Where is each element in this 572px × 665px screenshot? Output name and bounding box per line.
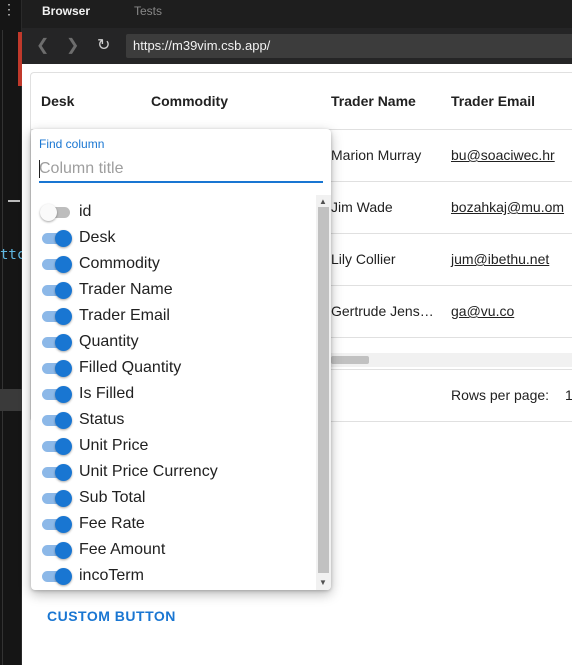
panel-scroll-thumb[interactable] [318, 207, 329, 573]
panel-vertical-scrollbar[interactable]: ▲ ▼ [316, 195, 331, 590]
column-toggle-label: Is Filled [79, 385, 135, 402]
column-toggle-label: Trader Name [79, 281, 173, 298]
column-header-trader-name[interactable]: Trader Name [331, 93, 416, 109]
column-toggle-label: Unit Price [79, 437, 149, 454]
reload-icon[interactable]: ↻ [97, 36, 110, 56]
column-toggle-item[interactable]: Sub Total [31, 485, 316, 511]
more-options-icon[interactable]: ⋮ [2, 2, 16, 16]
column-toggle-label: Fee Rate [79, 515, 145, 532]
tab-browser[interactable]: Browser [42, 4, 90, 18]
switch-knob [55, 386, 72, 403]
column-toggle-item[interactable]: Trader Email [31, 303, 316, 329]
switch-knob [55, 360, 72, 377]
switch-knob [55, 334, 72, 351]
editor-cursor [8, 200, 20, 202]
visibility-switch[interactable] [42, 308, 72, 325]
column-toggle-item[interactable]: Commodity [31, 251, 316, 277]
column-header-commodity[interactable]: Commodity [151, 93, 228, 109]
cell-trader-email[interactable]: jum@ibethu.net [451, 251, 549, 267]
browser-tab-bar: Browser Tests [22, 0, 572, 28]
column-toggle-item[interactable]: id [31, 199, 316, 225]
back-arrow-icon[interactable]: ❮ [36, 36, 49, 56]
scroll-down-icon[interactable]: ▼ [319, 578, 327, 587]
visibility-switch[interactable] [42, 282, 72, 299]
column-toggle-item[interactable]: Is Filled [31, 381, 316, 407]
tab-tests[interactable]: Tests [134, 4, 162, 18]
visibility-switch[interactable] [42, 256, 72, 273]
cell-trader-email[interactable]: bu@soaciwec.hr [451, 147, 555, 163]
cell-trader-email[interactable]: ga@vu.co [451, 303, 514, 319]
column-toggle-label: Filled Quantity [79, 359, 182, 376]
rows-per-page-select[interactable]: 1 [565, 387, 572, 403]
cell-trader-name: Lily Collier [331, 251, 396, 267]
find-column-label: Find column [39, 137, 105, 151]
switch-knob [55, 490, 72, 507]
column-toggle-label: Status [79, 411, 125, 428]
visibility-switch[interactable] [42, 334, 72, 351]
cell-trader-name: Jim Wade [331, 199, 393, 215]
rows-per-page-label: Rows per page: [451, 387, 550, 403]
column-toggle-item[interactable]: Desk [31, 225, 316, 251]
find-column-input[interactable] [39, 157, 323, 183]
switch-knob [55, 464, 72, 481]
column-toggle-label: id [79, 203, 92, 220]
horizontal-scroll-thumb[interactable] [331, 356, 369, 364]
editor-gutter-line [2, 30, 3, 665]
switch-knob [55, 230, 72, 247]
visibility-switch[interactable] [42, 360, 72, 377]
column-toggle-item[interactable]: Filled Quantity [31, 355, 316, 381]
visibility-switch[interactable] [42, 230, 72, 247]
editor-sidebar: ⋮ ttc [0, 0, 25, 665]
editor-selection [0, 389, 22, 411]
visibility-switch[interactable] [42, 464, 72, 481]
column-toggle-item[interactable]: Fee Rate [31, 511, 316, 537]
column-toggle-item[interactable]: incoTerm [31, 563, 316, 589]
column-toggle-label: Fee Amount [79, 541, 166, 558]
switch-knob [55, 438, 72, 455]
column-header-desk[interactable]: Desk [41, 93, 74, 109]
switch-knob [55, 516, 72, 533]
custom-button[interactable]: CUSTOM BUTTON [47, 608, 176, 624]
visibility-switch[interactable] [42, 542, 72, 559]
visibility-switch[interactable] [42, 438, 72, 455]
cell-trader-name: Gertrude Jens… [331, 303, 434, 319]
visibility-switch[interactable] [42, 490, 72, 507]
switch-knob [55, 256, 72, 273]
columns-panel: Find column id Desk Commodity Trader Name Tr… [31, 129, 331, 590]
text-caret [39, 160, 40, 178]
visibility-switch[interactable] [42, 412, 72, 429]
switch-knob [55, 412, 72, 429]
column-toggle-item[interactable]: Status [31, 407, 316, 433]
column-toggle-item[interactable]: Unit Price [31, 433, 316, 459]
cell-trader-email[interactable]: bozahkaj@mu.om [451, 199, 564, 215]
cell-trader-name: Marion Murray [331, 147, 422, 163]
visibility-switch[interactable] [42, 568, 72, 585]
column-header-trader-email[interactable]: Trader Email [451, 93, 535, 109]
switch-knob [40, 204, 57, 221]
switch-knob [55, 308, 72, 325]
column-toggle-label: incoTerm [79, 567, 144, 584]
switch-knob [55, 282, 72, 299]
column-toggle-item[interactable]: Trader Name [31, 277, 316, 303]
visibility-switch[interactable] [40, 204, 70, 221]
column-toggle-label: Commodity [79, 255, 160, 272]
switch-knob [55, 568, 72, 585]
visibility-switch[interactable] [42, 386, 72, 403]
column-toggle-label: Trader Email [79, 307, 170, 324]
scroll-up-icon[interactable]: ▲ [319, 197, 327, 206]
column-toggle-label: Quantity [79, 333, 139, 350]
url-bar[interactable]: https://m39vim.csb.app/ [126, 34, 572, 58]
forward-arrow-icon[interactable]: ❯ [66, 36, 79, 56]
column-toggle-item[interactable]: Quantity [31, 329, 316, 355]
switch-knob [55, 542, 72, 559]
visibility-switch[interactable] [42, 516, 72, 533]
column-toggle-label: Unit Price Currency [79, 463, 218, 480]
column-toggle-item[interactable]: Unit Price Currency [31, 459, 316, 485]
column-toggle-label: Sub Total [79, 489, 146, 506]
browser-toolbar: ❮ ❯ ↻ https://m39vim.csb.app/ [22, 28, 572, 64]
column-toggle-label: Desk [79, 229, 116, 246]
column-toggle-item[interactable]: Fee Amount [31, 537, 316, 563]
